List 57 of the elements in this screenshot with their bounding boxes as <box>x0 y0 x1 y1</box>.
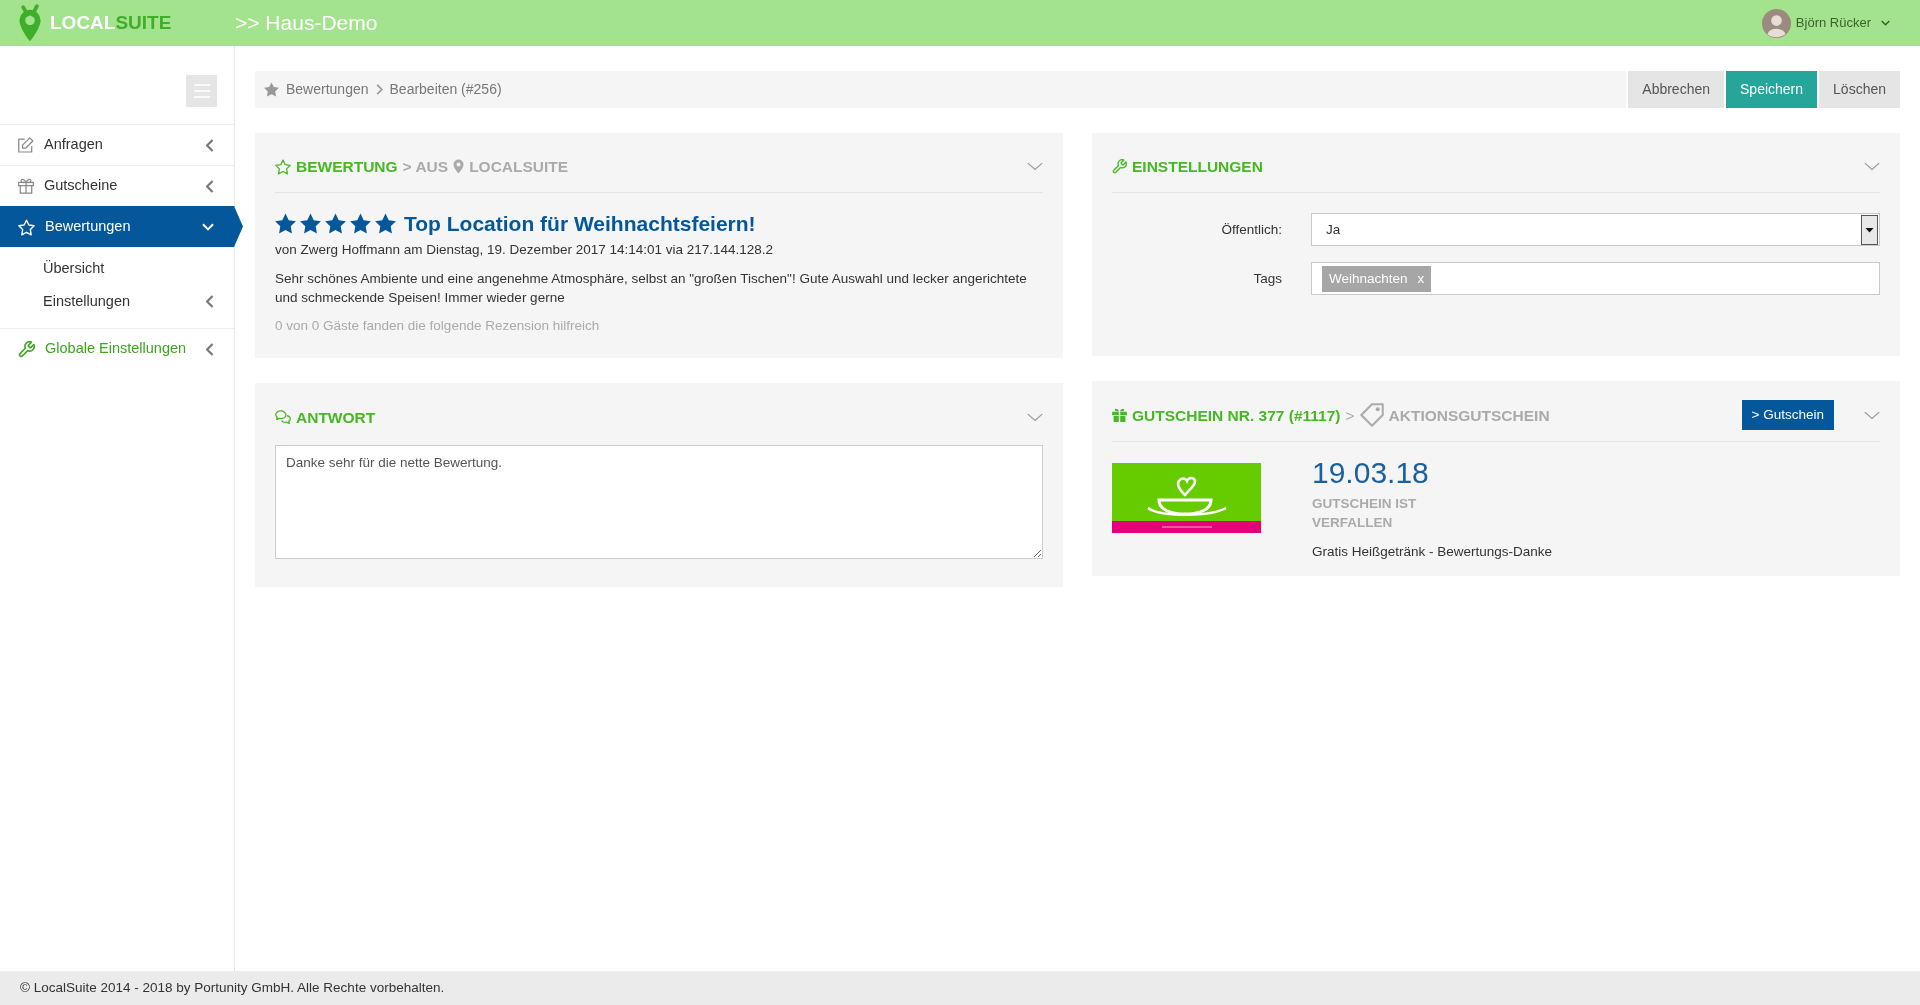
chevron-down-icon[interactable] <box>1881 20 1890 26</box>
voucher-status: GUTSCHEIN IST VERFALLEN <box>1312 495 1418 533</box>
star-outline-icon <box>275 158 291 175</box>
sidebar-subitem[interactable]: Einstellungen <box>0 285 234 318</box>
footer-text: © LocalSuite 2014 - 2018 by Portunity GmbH. Alle Rechte vorbehalten. <box>20 978 445 997</box>
page-title: >> Haus-Demo <box>235 10 378 37</box>
star-icon <box>300 212 321 234</box>
reply-textarea[interactable]: Danke sehr für die nette Bewertung. <box>275 445 1043 560</box>
map-pin-icon <box>453 159 465 175</box>
chevron-left-icon[interactable] <box>206 138 214 152</box>
user-menu[interactable]: Björn Rücker <box>1761 8 1890 38</box>
wrench-icon <box>1112 159 1127 175</box>
star-icon <box>264 82 279 97</box>
chevron-right-icon <box>375 84 383 95</box>
edit-icon <box>18 137 34 153</box>
logo-text: LOCALSUITE <box>50 10 172 35</box>
star-icon <box>275 212 296 234</box>
chat-bubbles-icon <box>275 409 291 425</box>
chevron-left-icon[interactable] <box>206 179 214 193</box>
chevron-left-icon[interactable] <box>206 342 214 356</box>
source-name: LOCALSUITE <box>469 157 569 177</box>
source-label: > AUS <box>402 157 449 177</box>
panel-title: GUTSCHEIN NR. 377 (#1117) <box>1132 405 1341 426</box>
panel-title: EINSTELLUNGEN <box>1132 157 1263 177</box>
chevron-left-icon[interactable] <box>206 295 214 308</box>
tag-label: Weihnachten <box>1329 269 1408 288</box>
review-headline: Top Location für Weihnachtsfeiern! <box>404 210 756 237</box>
action-button[interactable]: Löschen <box>1819 71 1900 108</box>
avatar-icon <box>1761 8 1791 38</box>
map-pin-icon <box>18 4 42 42</box>
breadcrumb-current: Bearbeiten (#256) <box>389 80 502 99</box>
review-meta: von Zwerg Hoffmann am Dienstag, 19. Dezember 2017 14:14:01 via 217.144.128.2 <box>275 241 775 260</box>
field-label: Öffentlich: <box>1220 220 1283 239</box>
star-icon <box>350 212 371 234</box>
wrench-icon <box>18 340 35 358</box>
star-outline-icon <box>18 218 35 236</box>
title-separator: > <box>1345 405 1355 426</box>
sidebar-item[interactable]: Bewertungen <box>0 206 243 247</box>
action-button[interactable]: Abbrechen <box>1628 71 1724 108</box>
voucher-description: Gratis Heißgetränk - Bewertungs-Danke <box>1312 543 1553 562</box>
tag-icon <box>1359 403 1384 428</box>
panel-title: BEWERTUNG <box>296 157 398 177</box>
breadcrumb-link[interactable]: Bewertungen <box>286 79 369 100</box>
helpful-note: 0 von 0 Gäste fanden die folgende Rezension hilfreich <box>275 317 601 336</box>
panel-title: ANTWORT <box>296 407 376 428</box>
voucher-type: AKTIONSGUTSCHEIN <box>1388 405 1550 426</box>
sidebar-subitem[interactable]: Übersicht <box>0 252 234 285</box>
voucher-link-button[interactable]: > Gutschein <box>1741 400 1834 431</box>
sidebar-item[interactable]: Anfragen <box>0 124 234 165</box>
gift-icon <box>1112 408 1127 423</box>
voucher-date: 19.03.18 <box>1312 455 1430 492</box>
review-text: Sehr schönes Ambiente und eine angenehme Atmosphäre, selbst an "großen Tischen"! Gute Auswahl und lecker angerichtete und schmeckende Speisen! Immer wieder gerne <box>275 270 1028 308</box>
field-label: Tags <box>1252 269 1283 288</box>
gift-icon <box>18 178 34 194</box>
star-icon <box>325 212 346 234</box>
star-icon <box>375 212 396 234</box>
public-select[interactable]: Ja <box>1311 213 1880 247</box>
